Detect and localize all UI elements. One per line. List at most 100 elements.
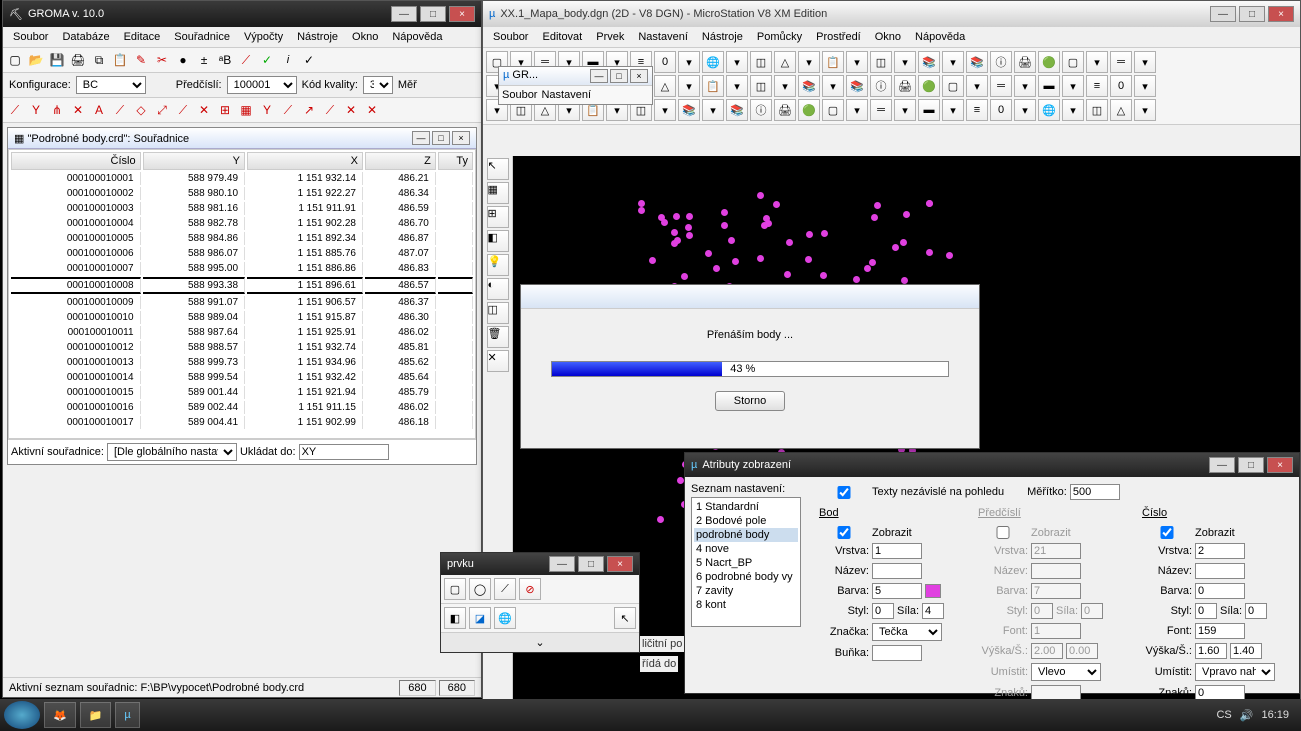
ms-side-btn[interactable]: ◫ <box>487 302 509 324</box>
taskbar[interactable]: 🦊 📁 µ CS 🔊 16:19 <box>0 699 1301 731</box>
table-row[interactable]: 000100010005588 984.861 151 892.34486.87 <box>11 232 473 245</box>
ms-toolbtn[interactable]: ◫ <box>870 51 892 73</box>
ms-toolbtn[interactable]: ⓘ <box>750 99 772 121</box>
ms-toolbtn[interactable]: 0 <box>1110 75 1132 97</box>
menu-soubor[interactable]: Soubor <box>7 29 54 45</box>
tool-icon[interactable]: ◧ <box>444 607 466 629</box>
ms-side-btn[interactable]: 🗑 <box>487 326 509 348</box>
ms-toolbtn[interactable]: ▾ <box>942 99 964 121</box>
menu-okno[interactable]: Okno <box>346 29 384 45</box>
ms-toolbtn[interactable]: ▾ <box>678 75 700 97</box>
tool-icon[interactable]: ● <box>173 50 193 70</box>
open-icon[interactable]: 📂 <box>26 50 46 70</box>
ms-toolbtn[interactable]: 🖨 <box>1014 51 1036 73</box>
list-item[interactable]: 6 podrobné body vy <box>694 570 798 584</box>
menu-okno[interactable]: Okno <box>869 29 907 45</box>
cislo-sila[interactable] <box>1245 603 1267 619</box>
ms-toolbtn[interactable]: ▾ <box>702 99 724 121</box>
ms-toolbtn[interactable]: ═ <box>990 75 1012 97</box>
table-row[interactable]: 000100010010588 989.041 151 915.87486.30 <box>11 311 473 324</box>
ms-toolbtn[interactable]: 📚 <box>846 75 868 97</box>
calc-icon[interactable]: ▦ <box>236 100 256 120</box>
ms-toolbtn[interactable]: ▾ <box>894 51 916 73</box>
table-row[interactable]: 000100010008588 993.381 151 896.61486.57 <box>11 277 473 294</box>
ms-toolbtn[interactable]: 📚 <box>798 75 820 97</box>
minimize-button[interactable]: — <box>412 131 430 145</box>
ms-toolbtn[interactable]: 📚 <box>726 99 748 121</box>
ms-toolbtn[interactable]: ◫ <box>1086 99 1108 121</box>
ms-toolbtn[interactable]: ▾ <box>798 51 820 73</box>
ms-toolbtn[interactable]: 📚 <box>966 51 988 73</box>
kod-combo[interactable]: 3 <box>363 76 393 94</box>
bod-sila[interactable] <box>922 603 944 619</box>
close-button[interactable]: × <box>1267 457 1293 473</box>
task-ms[interactable]: µ <box>115 702 139 728</box>
maximize-button[interactable]: □ <box>420 6 446 22</box>
menu-editovat[interactable]: Editovat <box>536 29 588 45</box>
menu-nástroje[interactable]: Nástroje <box>291 29 344 45</box>
cursor-icon[interactable]: ↖ <box>614 607 636 629</box>
table-row[interactable]: 000100010011588 987.641 151 925.91486.02 <box>11 326 473 339</box>
tool-icon[interactable]: ✂ <box>152 50 172 70</box>
menu-prostředí[interactable]: Prostředí <box>810 29 867 45</box>
calc-icon[interactable]: ⊞ <box>215 100 235 120</box>
predcisli-combo[interactable]: 100001 <box>227 76 297 94</box>
table-row[interactable]: 000100010013588 999.731 151 934.96485.62 <box>11 356 473 369</box>
ms-toolbtn[interactable]: ▾ <box>654 99 676 121</box>
maximize-button[interactable]: □ <box>1238 457 1264 473</box>
ms-toolbtn[interactable]: ▾ <box>1134 51 1156 73</box>
ms-toolbtn[interactable]: △ <box>774 51 796 73</box>
minimize-button[interactable]: — <box>1209 457 1235 473</box>
aktivni-combo[interactable]: [Dle globálního nastavení <box>107 443 237 461</box>
ms-toolbtn[interactable]: 📋 <box>822 51 844 73</box>
maximize-button[interactable]: □ <box>432 131 450 145</box>
menu-soubor[interactable]: Soubor <box>487 29 534 45</box>
close-button[interactable]: × <box>1268 6 1294 22</box>
calc-icon[interactable]: ⟋ <box>320 100 340 120</box>
coords-table[interactable]: ČísloYXZTy 000100010001588 979.491 151 9… <box>9 150 475 431</box>
ms-toolbtn[interactable]: ◫ <box>750 51 772 73</box>
maximize-button[interactable]: □ <box>610 69 628 83</box>
table-row[interactable]: 000100010006588 986.071 151 885.76487.07 <box>11 247 473 260</box>
cislo-styl[interactable] <box>1195 603 1217 619</box>
bod-nazev[interactable] <box>872 563 922 579</box>
ms-toolbtn[interactable]: ⓘ <box>990 51 1012 73</box>
ms-side-btn[interactable]: ◧ <box>487 230 509 252</box>
bod-zobrazit-check[interactable] <box>819 526 869 539</box>
ms-toolbtn[interactable]: ▢ <box>822 99 844 121</box>
pred-zobrazit-check[interactable] <box>978 526 1028 539</box>
menu-databáze[interactable]: Databáze <box>56 29 115 45</box>
maximize-button[interactable]: □ <box>1239 6 1265 22</box>
menu-editace[interactable]: Editace <box>118 29 167 45</box>
tool-icon[interactable]: ⟋ <box>236 50 256 70</box>
groma-titlebar[interactable]: ⛏GROMA v. 10.0 — □ × <box>3 1 481 27</box>
ms-toolbtn[interactable]: △ <box>654 75 676 97</box>
maximize-button[interactable]: □ <box>578 556 604 572</box>
prvku-window[interactable]: prvku — □ × ▢ ◯ ⟋ ⊘ ◧ ◪ 🌐 ↖ ⌄ <box>440 552 640 653</box>
ms-toolbtn[interactable]: ▾ <box>1014 75 1036 97</box>
menu-nápověda[interactable]: Nápověda <box>386 29 448 45</box>
ms-side-btn[interactable]: ↖ <box>487 158 509 180</box>
menu-pomůcky[interactable]: Pomůcky <box>751 29 808 45</box>
ms-toolbtn[interactable]: ▾ <box>1014 99 1036 121</box>
check-icon[interactable]: ✓ <box>299 50 319 70</box>
config-combo[interactable]: BC <box>76 76 146 94</box>
ms-toolbtn[interactable]: ▾ <box>726 75 748 97</box>
calc-icon[interactable]: ✕ <box>362 100 382 120</box>
ms-toolbtn[interactable]: ▾ <box>774 75 796 97</box>
ms-side-btn[interactable]: 💡 <box>487 254 509 276</box>
calc-icon[interactable]: Y <box>257 100 277 120</box>
calc-icon[interactable]: ⟋ <box>173 100 193 120</box>
ms-toolbtn[interactable]: 📚 <box>678 99 700 121</box>
bod-styl[interactable] <box>872 603 894 619</box>
ms-toolbtn[interactable]: ▾ <box>1134 99 1156 121</box>
paste-icon[interactable]: 📋 <box>110 50 130 70</box>
ms-toolbtn[interactable]: 🖨 <box>894 75 916 97</box>
menu-nástroje[interactable]: Nástroje <box>696 29 749 45</box>
table-row[interactable]: 000100010007588 995.001 151 886.86486.83 <box>11 262 473 275</box>
cislo-zobrazit-check[interactable] <box>1142 526 1192 539</box>
menu-výpočty[interactable]: Výpočty <box>238 29 289 45</box>
tool-icon[interactable]: ᵃB <box>215 50 235 70</box>
list-item[interactable]: 7 zavity <box>694 584 798 598</box>
table-row[interactable]: 000100010014588 999.541 151 932.42485.64 <box>11 371 473 384</box>
